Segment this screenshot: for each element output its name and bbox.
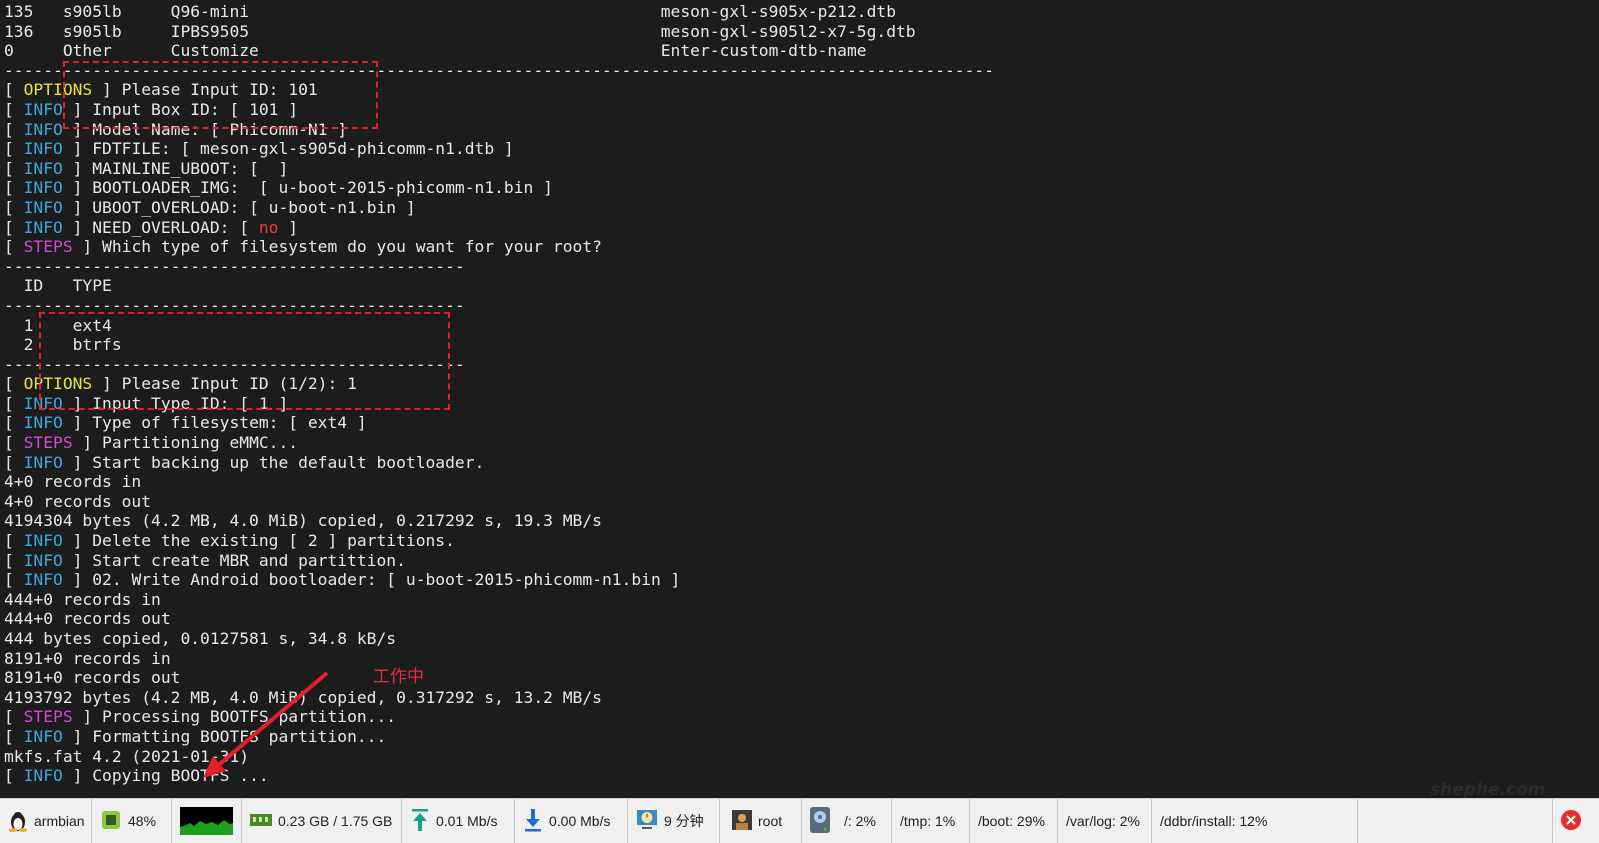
close-icon xyxy=(1561,809,1581,833)
disk-root-item[interactable]: /: 2% xyxy=(802,799,892,843)
disk-tmp-item[interactable]: /tmp: 1% xyxy=(892,799,970,843)
cpu-usage: 48% xyxy=(128,813,157,829)
download-arrow-icon xyxy=(523,808,543,835)
host-item[interactable]: armbian xyxy=(0,799,92,843)
upload-speed: 0.01 Mb/s xyxy=(436,813,498,829)
upload-item[interactable]: 0.01 Mb/s xyxy=(402,799,515,843)
cpu-chip-icon xyxy=(100,809,122,834)
status-bar: armbian 48% 0.23 GB / 1.75 GB 0.01 Mb/s … xyxy=(0,798,1599,843)
user-avatar-icon xyxy=(732,809,752,833)
clock-monitor-icon xyxy=(636,809,658,834)
disk-tmp-usage: /tmp: 1% xyxy=(900,813,956,829)
disk-install-item[interactable]: /ddbr/install: 12% xyxy=(1152,799,1358,843)
download-speed: 0.00 Mb/s xyxy=(549,813,611,829)
disk-varlog-item[interactable]: /var/log: 2% xyxy=(1058,799,1152,843)
watermark: shephe.com xyxy=(1430,780,1546,800)
disk-install-usage: /ddbr/install: 12% xyxy=(1160,813,1268,829)
disk-boot-item[interactable]: /boot: 29% xyxy=(970,799,1058,843)
hard-disk-icon xyxy=(810,806,830,836)
host-name: armbian xyxy=(34,813,85,829)
user-name: root xyxy=(758,813,783,829)
linux-penguin-icon xyxy=(8,808,28,835)
disk-varlog-usage: /var/log: 2% xyxy=(1066,813,1140,829)
memory-item[interactable]: 0.23 GB / 1.75 GB xyxy=(242,799,402,843)
memory-usage: 0.23 GB / 1.75 GB xyxy=(278,813,393,829)
disk-boot-usage: /boot: 29% xyxy=(978,813,1045,829)
ram-icon xyxy=(250,813,272,830)
uptime-item[interactable]: 9 分钟 xyxy=(628,799,720,843)
upload-arrow-icon xyxy=(410,808,430,835)
cpu-graph-item xyxy=(172,799,242,843)
close-button[interactable] xyxy=(1552,799,1599,843)
download-item[interactable]: 0.00 Mb/s xyxy=(515,799,628,843)
annotation-arrow-icon xyxy=(203,671,329,778)
cpu-item[interactable]: 48% xyxy=(92,799,172,843)
user-item[interactable]: root xyxy=(720,799,802,843)
cpu-graph xyxy=(180,807,233,835)
uptime: 9 分钟 xyxy=(664,813,704,829)
disk-root-usage: /: 2% xyxy=(844,813,876,829)
